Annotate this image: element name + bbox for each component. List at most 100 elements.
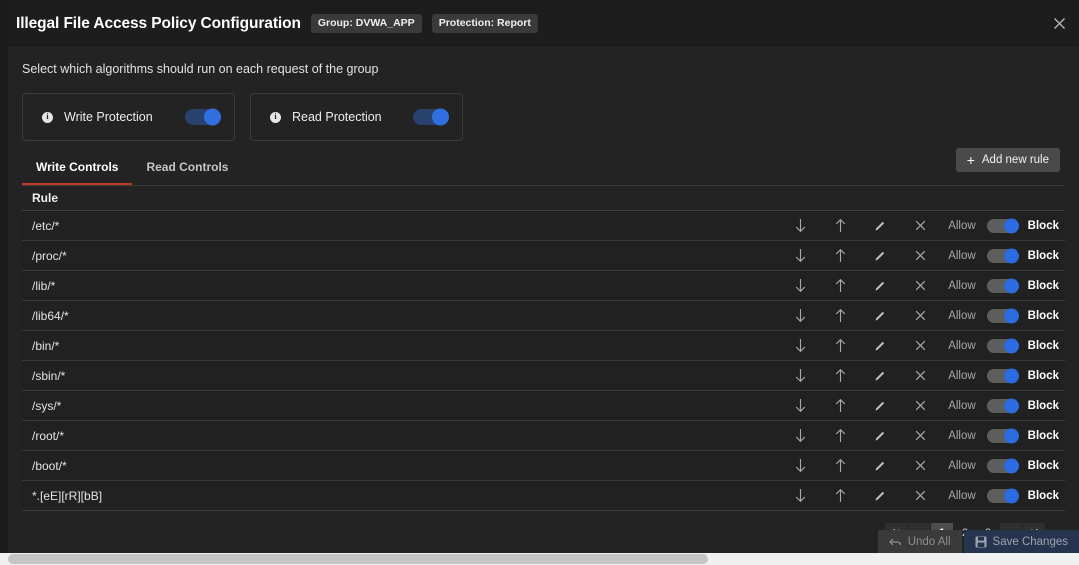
- card-read-protection[interactable]: i Read Protection: [250, 93, 463, 141]
- rules-table: Rule /etc/* Allow Block/proc/* Allow Block/l…: [22, 185, 1065, 511]
- arrow-down-icon[interactable]: [780, 332, 820, 360]
- toggle-allow-block[interactable]: [986, 308, 1019, 323]
- arrow-up-icon[interactable]: [820, 272, 860, 300]
- block-label: Block: [1027, 459, 1059, 472]
- pencil-icon[interactable]: [860, 242, 900, 270]
- tabs-row: Write Controls Read Controls + Add new r…: [22, 148, 1065, 185]
- allow-label: Allow: [948, 279, 976, 292]
- toggle-write-protection[interactable]: [185, 108, 221, 126]
- arrow-down-icon[interactable]: [780, 452, 820, 480]
- arrow-down-icon[interactable]: [780, 362, 820, 390]
- block-label: Block: [1027, 339, 1059, 352]
- instruction-text: Select which algorithms should run on ea…: [22, 62, 379, 76]
- close-x-icon[interactable]: [900, 332, 940, 360]
- rule-path: /sys/*: [32, 398, 62, 413]
- arrow-down-icon[interactable]: [780, 212, 820, 240]
- status-badge-group: Group: DVWA_APP: [310, 14, 422, 33]
- toggle-knob: [1003, 368, 1019, 383]
- pencil-icon[interactable]: [860, 392, 900, 420]
- toggle-allow-block[interactable]: [986, 368, 1019, 383]
- close-x-icon[interactable]: [900, 242, 940, 270]
- arrow-down-icon[interactable]: [780, 302, 820, 330]
- row-actions: Allow Block: [780, 242, 1065, 270]
- table-row: /proc/* Allow Block: [22, 241, 1065, 271]
- close-icon[interactable]: [1045, 9, 1073, 37]
- arrow-up-icon[interactable]: [820, 242, 860, 270]
- add-new-rule-button[interactable]: + Add new rule: [955, 148, 1060, 172]
- floppy-disk-icon: [975, 536, 987, 548]
- toggle-allow-block[interactable]: [986, 278, 1019, 293]
- allow-label: Allow: [948, 459, 976, 472]
- allow-label: Allow: [948, 219, 976, 232]
- close-x-icon[interactable]: [900, 302, 940, 330]
- toggle-allow-block[interactable]: [986, 458, 1019, 473]
- arrow-down-icon[interactable]: [780, 482, 820, 510]
- arrow-up-icon[interactable]: [820, 302, 860, 330]
- arrow-up-icon[interactable]: [820, 212, 860, 240]
- arrow-down-icon[interactable]: [780, 272, 820, 300]
- toggle-allow-block[interactable]: [986, 338, 1019, 353]
- pencil-icon[interactable]: [860, 452, 900, 480]
- toggle-allow-block[interactable]: [986, 428, 1019, 443]
- block-label: Block: [1027, 249, 1059, 262]
- column-header-rule: Rule: [32, 191, 59, 205]
- arrow-up-icon[interactable]: [820, 482, 860, 510]
- arrow-down-icon[interactable]: [780, 242, 820, 270]
- arrow-up-icon[interactable]: [820, 422, 860, 450]
- card-label-write-protection: Write Protection: [64, 110, 153, 124]
- pencil-icon[interactable]: [860, 332, 900, 360]
- table-row: /sys/* Allow Block: [22, 391, 1065, 421]
- close-x-icon[interactable]: [900, 422, 940, 450]
- horizontal-scrollbar[interactable]: [0, 553, 1079, 565]
- table-body: /etc/* Allow Block/proc/* Allow Block/lib/* A…: [22, 211, 1065, 511]
- close-x-icon[interactable]: [900, 272, 940, 300]
- arrow-down-icon[interactable]: [780, 392, 820, 420]
- close-x-icon[interactable]: [900, 482, 940, 510]
- tab-write-controls[interactable]: Write Controls: [22, 160, 133, 185]
- toggle-knob: [1003, 338, 1019, 353]
- pencil-icon[interactable]: [860, 212, 900, 240]
- pencil-icon[interactable]: [860, 302, 900, 330]
- table-row: /lib/* Allow Block: [22, 271, 1065, 301]
- allow-label: Allow: [948, 489, 976, 502]
- arrow-up-icon[interactable]: [820, 362, 860, 390]
- block-label: Block: [1027, 489, 1059, 502]
- add-new-rule-label: Add new rule: [981, 154, 1049, 166]
- rule-path: /bin/*: [32, 338, 60, 353]
- close-x-icon[interactable]: [900, 392, 940, 420]
- row-actions: Allow Block: [780, 212, 1065, 240]
- rule-path: /etc/*: [32, 218, 60, 233]
- tab-read-controls[interactable]: Read Controls: [132, 160, 242, 185]
- card-write-protection[interactable]: i Write Protection: [22, 93, 235, 141]
- pencil-icon[interactable]: [860, 482, 900, 510]
- arrow-up-icon[interactable]: [820, 452, 860, 480]
- toggle-knob: [432, 108, 449, 126]
- toggle-allow-block[interactable]: [986, 218, 1019, 233]
- allow-label: Allow: [948, 309, 976, 322]
- arrow-up-icon[interactable]: [820, 392, 860, 420]
- block-label: Block: [1027, 219, 1059, 232]
- undo-all-button[interactable]: Undo All: [877, 530, 962, 553]
- table-row: /boot/* Allow Block: [22, 451, 1065, 481]
- pencil-icon[interactable]: [860, 362, 900, 390]
- toggle-allow-block[interactable]: [986, 248, 1019, 263]
- pencil-icon[interactable]: [860, 422, 900, 450]
- row-actions: Allow Block: [780, 362, 1065, 390]
- arrow-up-icon[interactable]: [820, 332, 860, 360]
- page-title: Illegal File Access Policy Configuration: [16, 14, 301, 32]
- save-changes-button[interactable]: Save Changes: [963, 530, 1079, 553]
- close-x-icon[interactable]: [900, 452, 940, 480]
- block-label: Block: [1027, 399, 1059, 412]
- arrow-down-icon[interactable]: [780, 422, 820, 450]
- close-x-icon[interactable]: [900, 362, 940, 390]
- toggle-read-protection[interactable]: [413, 108, 449, 126]
- pencil-icon[interactable]: [860, 272, 900, 300]
- allow-label: Allow: [948, 249, 976, 262]
- toggle-allow-block[interactable]: [986, 398, 1019, 413]
- undo-all-label: Undo All: [907, 536, 951, 548]
- scrollbar-thumb[interactable]: [8, 554, 708, 564]
- close-x-icon[interactable]: [900, 212, 940, 240]
- toggle-allow-block[interactable]: [986, 488, 1019, 503]
- undo-icon: [888, 538, 901, 545]
- rule-path: /boot/*: [32, 458, 67, 473]
